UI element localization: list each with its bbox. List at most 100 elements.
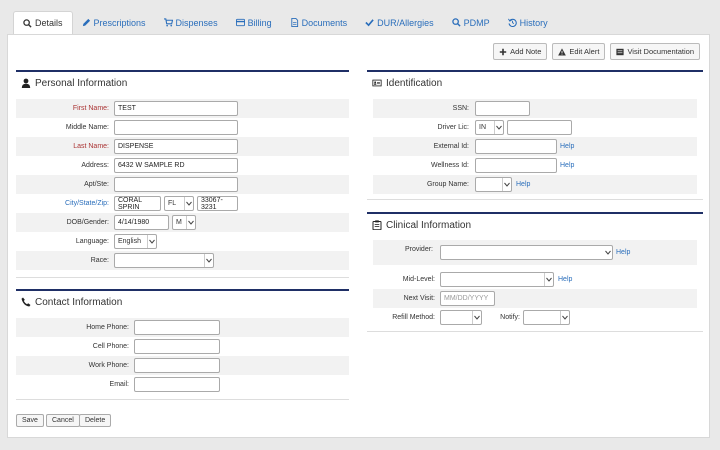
provider-help-link[interactable]: Help [616,243,630,262]
first-name-row: First Name: TEST [16,99,349,118]
tab-label: Prescriptions [93,17,146,28]
email-field[interactable] [134,377,220,392]
notify-select[interactable] [523,310,570,325]
chevron-down-icon [204,254,213,267]
section-header: Identification [367,72,703,94]
tab-label: PDMP [463,17,490,28]
race-row: Race: [16,251,349,270]
address-row: Address: 6432 W SAMPLE RD [16,156,349,175]
save-button[interactable]: Save [16,414,44,427]
section-title: Clinical Information [386,219,472,231]
first-name-label: First Name: [72,105,109,112]
mid-level-select[interactable] [440,272,554,287]
chevron-down-icon [147,235,156,248]
gender-select[interactable]: M [172,215,196,230]
mid-level-row: Mid-Level: Help [373,270,697,289]
section-header: Clinical Information [367,214,703,236]
chevron-down-icon [560,311,569,324]
dob-field[interactable]: 4/14/1980 [114,215,169,230]
details-panel: Add Note Edit Alert Visit Documentation … [7,34,710,438]
tab-dur-allergies[interactable]: DUR/Allergies [356,11,443,34]
race-select[interactable] [114,253,214,268]
dob-gender-label: DOB/Gender: [66,219,109,226]
group-name-select[interactable] [475,177,512,192]
phone-icon [21,297,31,307]
divider [16,277,349,278]
apt-field[interactable] [114,177,238,192]
wellness-id-field[interactable] [475,158,557,173]
state-select[interactable]: FL [164,196,194,211]
plus-icon [499,48,507,55]
tab-details[interactable]: Details [13,11,73,34]
wellness-id-label: Wellness Id: [431,162,469,169]
tab-label: Documents [301,17,348,28]
notify-label: Notify: [500,314,520,321]
city-field[interactable]: CORAL SPRIN [114,196,161,211]
refill-method-select[interactable] [440,310,482,325]
cell-phone-label: Cell Phone: [92,343,129,350]
document-icon [290,18,298,27]
add-note-button[interactable]: Add Note [493,43,548,60]
tab-documents[interactable]: Documents [281,11,357,34]
mid-level-help-link[interactable]: Help [558,270,572,289]
history-icon [507,18,517,27]
credit-card-icon [235,18,245,27]
ssn-field[interactable] [475,101,530,116]
chevron-down-icon [544,273,553,286]
external-id-help-link[interactable]: Help [560,137,574,156]
mid-level-label: Mid-Level: [402,276,435,283]
first-name-field[interactable]: TEST [114,101,238,116]
home-phone-field[interactable] [134,320,220,335]
cancel-button[interactable]: Cancel [46,414,80,427]
section-header: Personal Information [16,72,349,94]
language-select[interactable]: English [114,234,157,249]
driver-lic-row: Driver Lic: IN [373,118,697,137]
next-visit-label: Next Visit: [403,295,435,302]
address-field[interactable]: 6432 W SAMPLE RD [114,158,238,173]
section-title: Contact Information [35,296,123,308]
address-label: Address: [81,162,109,169]
chevron-down-icon [603,246,612,259]
chevron-down-icon [184,197,193,210]
edit-alert-label: Edit Alert [569,47,600,56]
tab-label: Details [35,18,63,28]
last-name-field[interactable]: DISPENSE [114,139,238,154]
section-title: Personal Information [35,77,128,89]
middle-name-field[interactable] [114,120,238,135]
middle-name-label: Middle Name: [65,124,109,131]
work-phone-label: Work Phone: [88,362,129,369]
edit-alert-button[interactable]: Edit Alert [552,43,606,60]
user-icon [21,78,31,88]
driver-lic-field[interactable] [507,120,572,135]
wellness-id-help-link[interactable]: Help [560,156,574,175]
work-phone-field[interactable] [134,358,220,373]
language-row: Language: English [16,232,349,251]
chevron-down-icon [494,121,503,134]
apt-label: Apt/Ste: [84,181,109,188]
tab-pdmp[interactable]: PDMP [443,11,499,34]
city-state-zip-label[interactable]: City/State/Zip: [16,194,109,213]
tab-label: Billing [247,17,272,28]
tab-dispenses[interactable]: Dispenses [155,11,227,34]
next-visit-field[interactable]: MM/DD/YYYY [440,291,495,306]
search-icon [451,18,461,27]
refill-notify-row: Refill Method: Notify: [373,308,697,327]
cell-phone-field[interactable] [134,339,220,354]
driver-lic-state-select[interactable]: IN [475,120,504,135]
toolbar: Add Note Edit Alert Visit Documentation [493,43,700,60]
visit-documentation-button[interactable]: Visit Documentation [610,43,700,60]
tab-history[interactable]: History [499,11,557,34]
external-id-label: External Id: [433,143,469,150]
tab-prescriptions[interactable]: Prescriptions [73,11,155,34]
group-name-help-link[interactable]: Help [516,175,530,194]
delete-button[interactable]: Delete [79,414,112,427]
zip-field[interactable]: 33067-3231 [197,196,238,211]
tab-billing[interactable]: Billing [227,11,281,34]
chevron-down-icon [472,311,481,324]
ssn-label: SSN: [452,105,469,112]
external-id-field[interactable] [475,139,557,154]
provider-select[interactable] [440,245,613,260]
home-phone-row: Home Phone: [16,318,349,337]
state-value: FL [168,200,177,207]
wellness-id-row: Wellness Id: Help [373,156,697,175]
